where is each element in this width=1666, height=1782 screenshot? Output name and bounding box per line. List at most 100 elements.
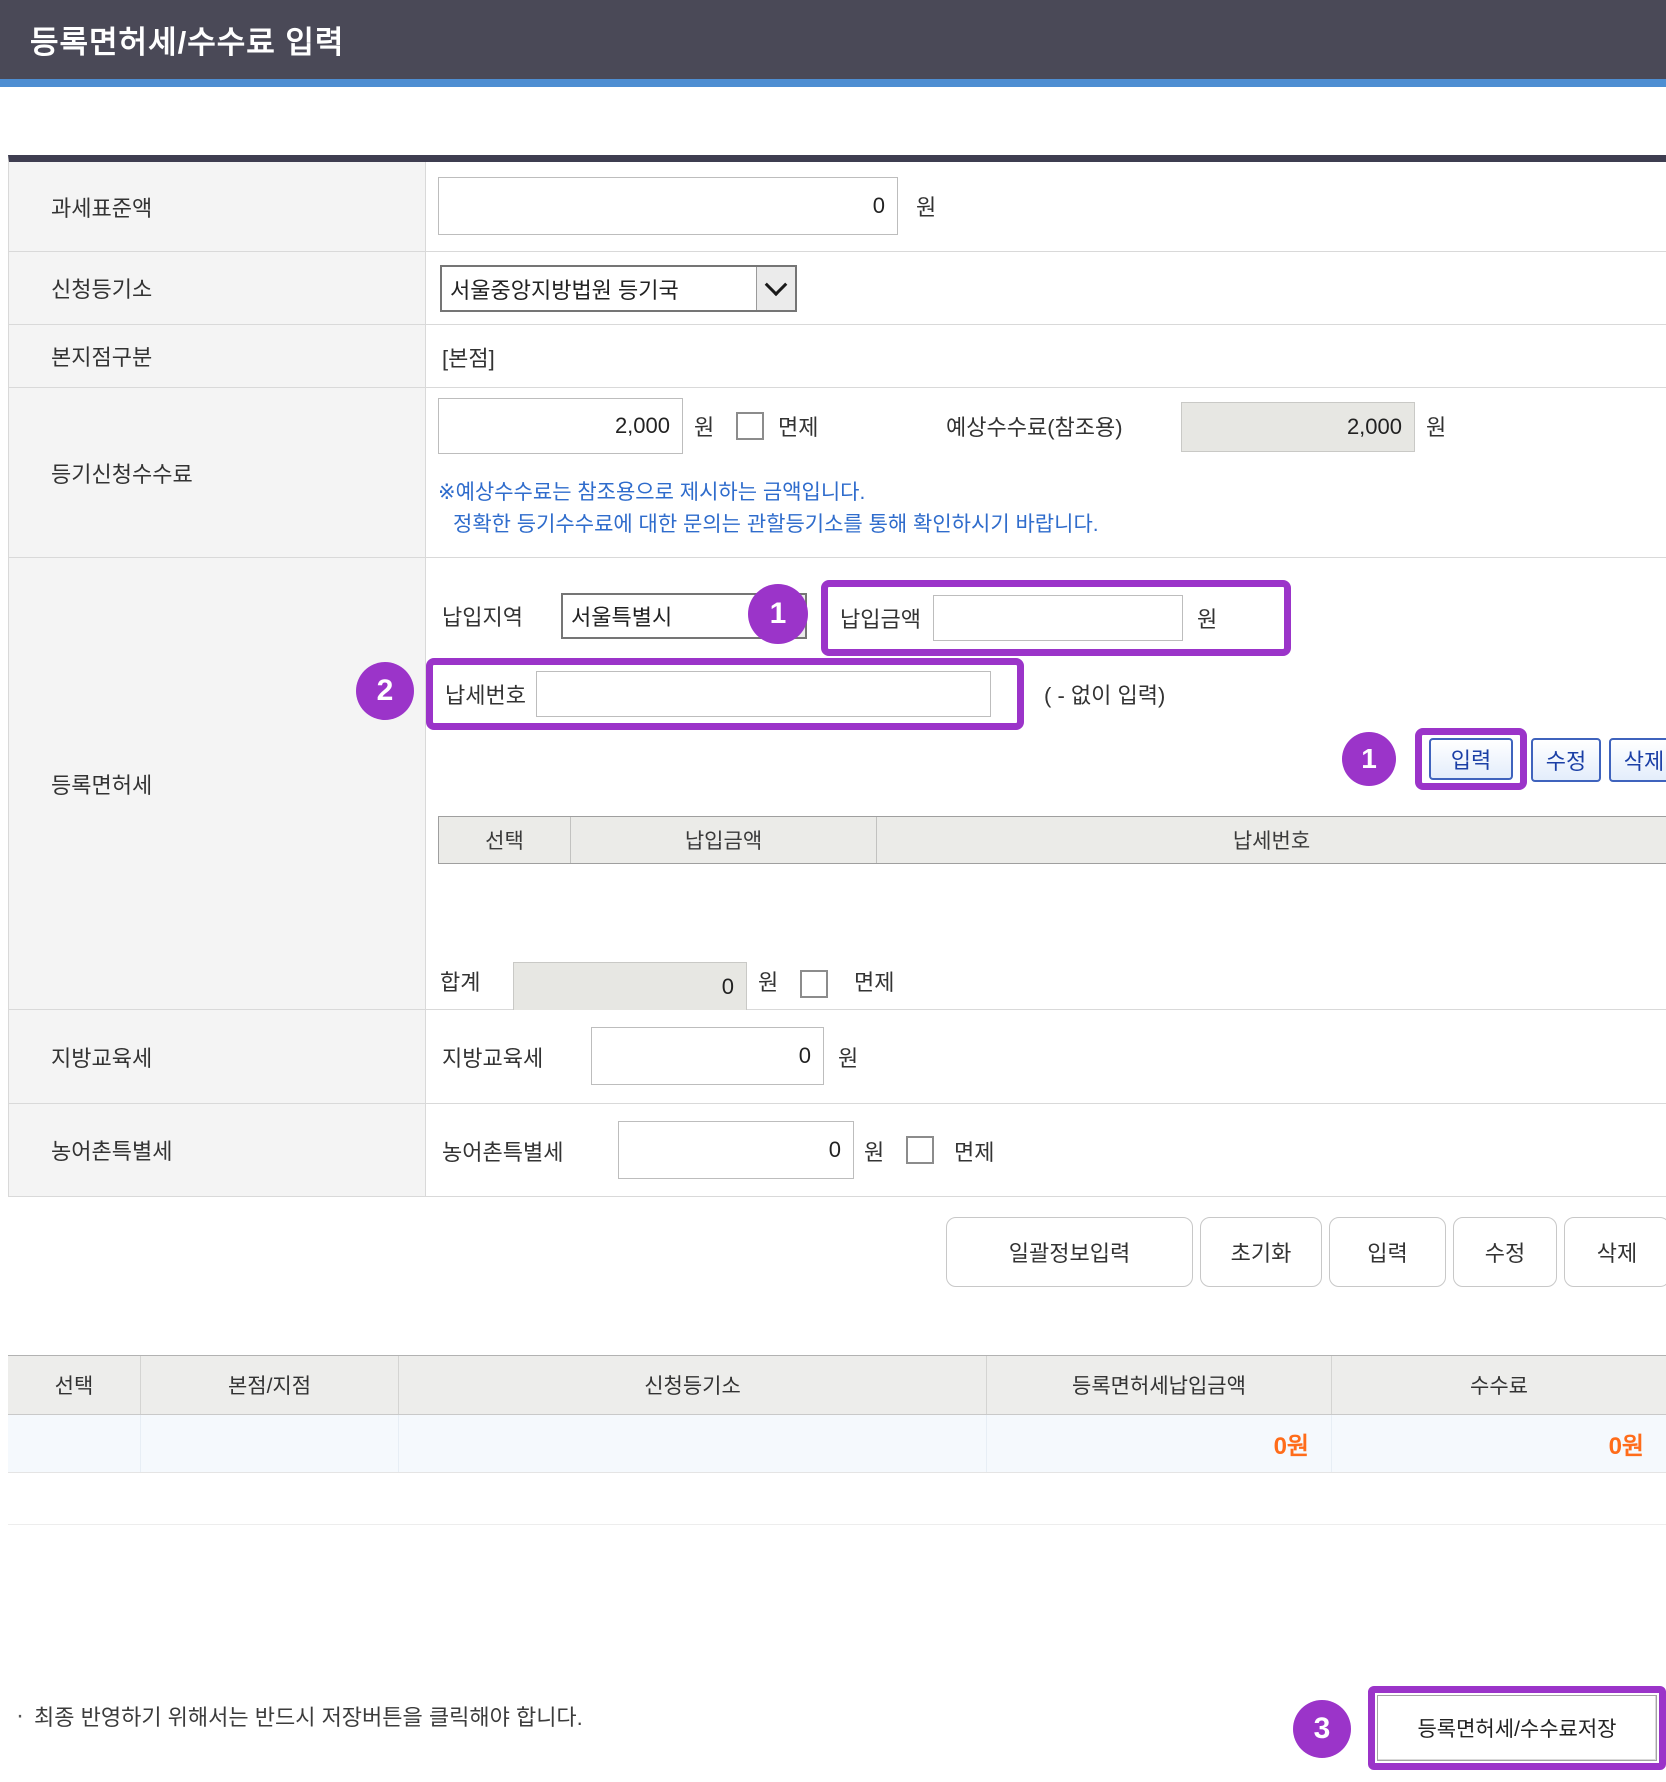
pay-amount-highlight: 납입금액 원 [821, 580, 1291, 656]
col-select: 선택 [439, 817, 571, 863]
delete-button[interactable]: 삭제 [1564, 1217, 1666, 1287]
local-education-tax-label: 지방교육세 [9, 1010, 426, 1103]
fee-note-line1: ※예상수수료는 참조용으로 제시하는 금액입니다. [438, 476, 865, 506]
registry-office-content: 서울중앙지방법원 등기국 [426, 252, 1666, 324]
pay-amount-label: 납입금액 [840, 602, 921, 634]
summary-col-branch: 본점/지점 [141, 1356, 399, 1414]
summary-cell-select [8, 1415, 141, 1472]
step-badge-1b: 1 [1342, 732, 1396, 786]
bullet: · [16, 1702, 24, 1730]
footer-note-text: 최종 반영하기 위해서는 반드시 저장버튼을 클릭해야 합니다. [34, 1700, 583, 1732]
registration-fee-content: 원 면제 예상수수료(참조용) 원 ※예상수수료는 참조용으로 제시하는 금액입… [426, 388, 1666, 557]
rural-special-tax-unit: 원 [864, 1104, 884, 1197]
pay-region-selected: 서울특별시 [563, 595, 766, 637]
summary-col-fee: 수수료 [1332, 1356, 1666, 1414]
summary-cell-branch [141, 1415, 399, 1472]
row-registry-office: 신청등기소 서울중앙지방법원 등기국 [9, 252, 1666, 325]
rural-special-tax-content: 농어촌특별세 원 면제 [426, 1104, 1666, 1196]
fee-value: 0원 [1332, 1426, 1666, 1461]
branch-type-label: 본지점구분 [9, 325, 426, 387]
registration-fee-label: 등기신청수수료 [9, 388, 426, 557]
estimate-fee-unit: 원 [1426, 398, 1446, 454]
license-tax-input-button[interactable]: 입력 [1429, 738, 1513, 780]
bulk-input-button[interactable]: 일괄정보입력 [946, 1217, 1193, 1287]
summary-table-row: 0원 0원 [8, 1415, 1666, 1473]
summary-col-license-tax-amount: 등록면허세납입금액 [987, 1356, 1332, 1414]
license-tax-content: 납입지역 서울특별시 1 납입금액 원 2 납세번호 ( - 없이 입력) [426, 558, 1666, 1009]
estimate-fee-label: 예상수수료(참조용) [946, 398, 1123, 454]
tax-base-input[interactable] [438, 177, 898, 235]
summary-cell-registry-office [399, 1415, 987, 1472]
registration-fee-unit: 원 [694, 398, 714, 454]
tax-number-label: 납세번호 [445, 678, 526, 710]
tax-number-highlight: 납세번호 [426, 658, 1024, 730]
registry-office-label: 신청등기소 [9, 252, 426, 324]
local-education-tax-field-label: 지방교육세 [442, 1010, 543, 1104]
registry-office-selected: 서울중앙지방법원 등기국 [442, 267, 756, 310]
row-tax-base: 과세표준액 원 [9, 162, 1666, 252]
save-button-highlight: 등록면허세/수수료저장 [1368, 1686, 1666, 1770]
total-unit: 원 [758, 956, 778, 1006]
total-exempt-checkbox[interactable] [800, 970, 828, 998]
footer-note: · 최종 반영하기 위해서는 반드시 저장버튼을 클릭해야 합니다. [16, 1700, 583, 1732]
pay-amount-unit: 원 [1197, 602, 1217, 634]
tax-base-content: 원 [426, 162, 1666, 251]
local-education-tax-unit: 원 [838, 1010, 858, 1104]
tax-input-form: 과세표준액 원 신청등기소 서울중앙지방법원 등기국 본지점구분 [본점] [8, 155, 1666, 1197]
pay-region-label: 납입지역 [442, 593, 523, 639]
license-tax-amount-value: 0원 [987, 1426, 1331, 1461]
pay-amount-input[interactable] [933, 595, 1183, 641]
registration-fee-exempt-checkbox[interactable] [736, 412, 764, 440]
tax-base-unit: 원 [916, 177, 936, 235]
row-registration-fee: 등기신청수수료 원 면제 예상수수료(참조용) 원 ※예상수수료는 참조용으로 … [9, 388, 1666, 558]
rural-special-tax-input[interactable] [618, 1121, 854, 1179]
license-tax-delete-button[interactable]: 삭제 [1609, 738, 1666, 782]
chevron-down-icon [756, 267, 795, 310]
summary-table: 선택 본점/지점 신청등기소 등록면허세납입금액 수수료 0원 0원 [8, 1355, 1666, 1473]
total-label: 합계 [440, 956, 480, 1006]
page-header: 등록면허세/수수료 입력 [0, 0, 1666, 87]
rural-special-tax-exempt-label: 면제 [954, 1104, 994, 1197]
input-button[interactable]: 입력 [1329, 1217, 1446, 1287]
license-tax-edit-button[interactable]: 수정 [1531, 738, 1601, 782]
rural-special-tax-label: 농어촌특별세 [9, 1104, 426, 1196]
license-tax-label: 등록면허세 [9, 558, 426, 1009]
summary-table-header: 선택 본점/지점 신청등기소 등록면허세납입금액 수수료 [8, 1355, 1666, 1415]
registration-fee-exempt-label: 면제 [778, 398, 818, 454]
local-education-tax-input[interactable] [591, 1027, 824, 1085]
summary-table-bottom-line [8, 1524, 1666, 1525]
license-tax-table-header: 선택 납입금액 납세번호 [438, 816, 1666, 864]
estimate-fee-input [1181, 402, 1415, 452]
edit-button[interactable]: 수정 [1453, 1217, 1557, 1287]
tax-base-label: 과세표준액 [9, 162, 426, 251]
registry-office-select[interactable]: 서울중앙지방법원 등기국 [440, 265, 797, 312]
row-local-education-tax: 지방교육세 지방교육세 원 [9, 1010, 1666, 1104]
col-tax-number: 납세번호 [877, 817, 1666, 863]
row-rural-special-tax: 농어촌특별세 농어촌특별세 원 면제 [9, 1104, 1666, 1197]
rural-special-tax-exempt-checkbox[interactable] [906, 1136, 934, 1164]
summary-cell-fee: 0원 [1332, 1415, 1666, 1472]
page-title: 등록면허세/수수료 입력 [30, 17, 344, 62]
rural-special-tax-field-label: 농어촌특별세 [442, 1104, 563, 1197]
row-branch-type: 본지점구분 [본점] [9, 325, 1666, 388]
branch-type-value: [본점] [442, 325, 495, 388]
fee-note-line2: 정확한 등기수수료에 대한 문의는 관할등기소를 통해 확인하시기 바랍니다. [453, 508, 1099, 538]
registration-fee-input[interactable] [438, 398, 683, 454]
tax-number-hint: ( - 없이 입력) [1044, 671, 1165, 717]
summary-col-registry-office: 신청등기소 [399, 1356, 987, 1414]
row-license-tax: 등록면허세 납입지역 서울특별시 1 납입금액 원 2 납세번호 [9, 558, 1666, 1010]
page: 등록면허세/수수료 입력 과세표준액 원 신청등기소 서울중앙지방법원 등기국 … [0, 0, 1666, 1782]
total-input [513, 962, 747, 1012]
branch-type-content: [본점] [426, 325, 1666, 387]
step-badge-3: 3 [1293, 1700, 1351, 1758]
tax-number-input[interactable] [536, 671, 991, 717]
local-education-tax-content: 지방교육세 원 [426, 1010, 1666, 1103]
step-badge-2: 2 [356, 662, 414, 720]
summary-cell-license-tax-amount: 0원 [987, 1415, 1332, 1472]
total-exempt-label: 면제 [854, 956, 894, 1006]
col-pay-amount: 납입금액 [571, 817, 877, 863]
reset-button[interactable]: 초기화 [1200, 1217, 1322, 1287]
summary-col-select: 선택 [8, 1356, 141, 1414]
save-button[interactable]: 등록면허세/수수료저장 [1377, 1695, 1657, 1761]
input-button-highlight: 입력 [1415, 728, 1527, 790]
